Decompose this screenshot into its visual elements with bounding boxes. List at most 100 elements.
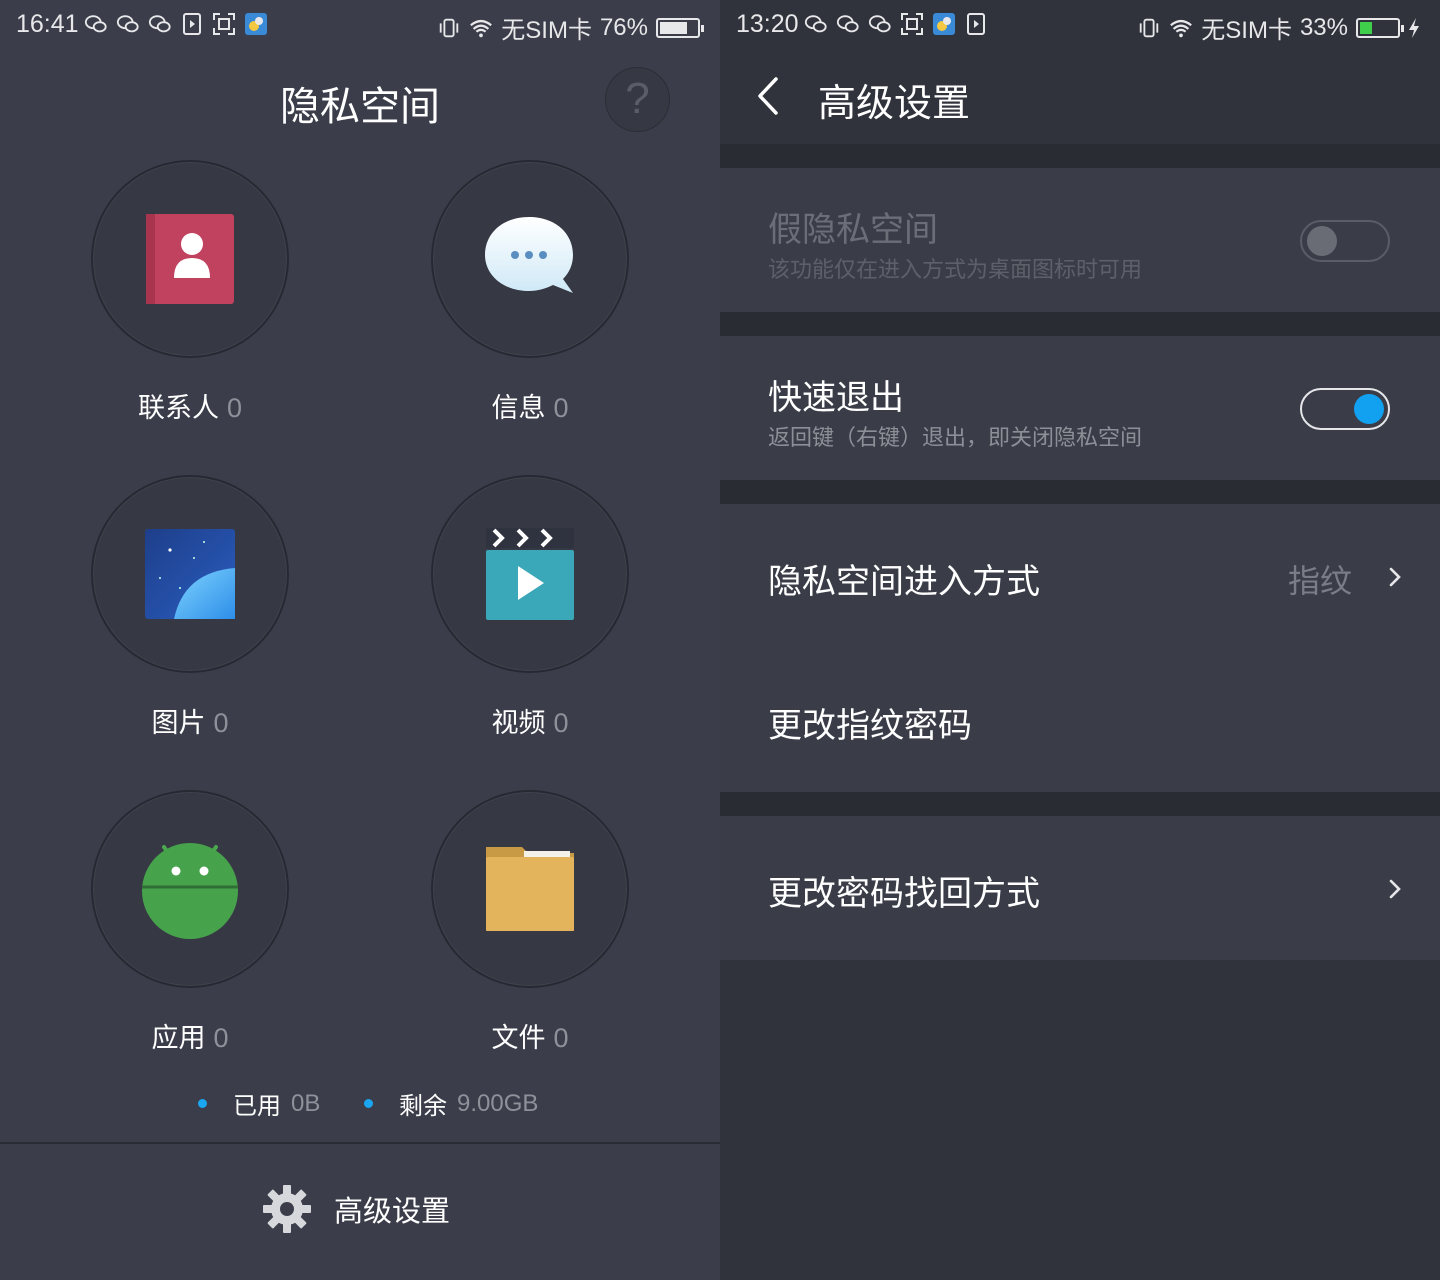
sim-status: 无SIM卡 [1201, 17, 1292, 44]
recovery-method-title: 更改密码找回方式 [768, 874, 1040, 914]
notification-icons [804, 12, 988, 36]
status-right: 无SIM卡 76% [437, 10, 704, 45]
contacts-label-text: 联系人 [137, 393, 219, 424]
video-icon [486, 528, 574, 620]
contacts-icon [146, 214, 234, 304]
status-time: 13:20 [736, 10, 799, 38]
divider [720, 480, 1440, 504]
files-tile[interactable]: 文件 0 [430, 790, 630, 1055]
storage-used-label: 已用 [233, 1092, 281, 1120]
gallery-label: 图片 0 [90, 701, 290, 740]
page-title: 高级设置 [818, 81, 971, 125]
chevron-right-icon [1389, 567, 1401, 587]
storage-remaining-value: 9.00GB [457, 1089, 539, 1117]
weather-app-icon [933, 13, 955, 35]
storage-remaining-dot [364, 1099, 373, 1108]
storage-remaining: 剩余 9.00GB [364, 1086, 538, 1121]
folder-icon [486, 847, 574, 931]
contacts-tile[interactable]: 联系人 0 [90, 160, 290, 425]
wechat-icon [116, 15, 139, 33]
toggle-knob [1307, 226, 1337, 256]
battery-percent: 33% [1299, 13, 1348, 41]
messages-label-text: 信息 [491, 393, 546, 424]
entry-method-row[interactable]: 隐私空间进入方式 指纹 [720, 504, 1440, 648]
apps-tile[interactable]: 应用 0 [90, 790, 290, 1055]
battery-percent: 76% [599, 13, 648, 41]
apps-label: 应用 0 [90, 1016, 290, 1055]
status-bar: 13:20 无SIM卡 33% [720, 0, 1440, 50]
fake-space-row: 假隐私空间 该功能仅在进入方式为桌面图标时可用 [720, 168, 1440, 312]
battery-icon [656, 17, 704, 38]
notification-icons [84, 12, 268, 36]
video-label-text: 视频 [491, 708, 546, 739]
storage-used-value: 0B [291, 1089, 321, 1117]
change-fingerprint-row[interactable]: 更改指纹密码 [720, 648, 1440, 792]
entry-method-title: 隐私空间进入方式 [768, 562, 1040, 602]
contacts-count: 0 [226, 393, 243, 423]
wechat-icon [84, 15, 107, 33]
quick-exit-title: 快速退出 [768, 378, 904, 418]
apps-circle[interactable] [91, 790, 289, 988]
divider [720, 792, 1440, 816]
fake-space-subtitle: 该功能仅在进入方式为桌面图标时可用 [768, 258, 1143, 283]
gallery-icon [145, 529, 235, 619]
vibrate-icon [440, 18, 459, 37]
advanced-settings-label: 高级设置 [334, 1194, 451, 1228]
wechat-icon [836, 15, 859, 33]
gallery-circle[interactable] [91, 475, 289, 673]
vibrate-icon [1140, 18, 1159, 37]
sim-toolkit-icon [183, 13, 201, 35]
back-arrow-icon[interactable] [756, 76, 780, 116]
files-circle[interactable] [431, 790, 629, 988]
gallery-tile[interactable]: 图片 0 [90, 475, 290, 740]
messages-circle[interactable] [431, 160, 629, 358]
fake-space-toggle [1300, 220, 1390, 262]
wechat-icon [868, 15, 891, 33]
recovery-method-row[interactable]: 更改密码找回方式 [720, 816, 1440, 960]
app-header: 高级设置 [720, 50, 1440, 144]
contacts-circle[interactable] [91, 160, 289, 358]
wifi-icon [470, 19, 493, 37]
screenshot-icon [901, 13, 923, 35]
sim-status: 无SIM卡 [501, 17, 592, 44]
empty-area [720, 960, 1440, 1280]
apps-count: 0 [213, 1023, 229, 1053]
battery-icon [1356, 17, 1404, 38]
video-circle[interactable] [431, 475, 629, 673]
storage-used: 已用 0B [198, 1086, 320, 1121]
messages-icon [485, 217, 573, 293]
advanced-settings-button[interactable]: 高级设置 [262, 1184, 450, 1234]
fake-space-title: 假隐私空间 [768, 210, 938, 250]
android-app-icon [142, 843, 238, 939]
apps-label-text: 应用 [151, 1023, 206, 1054]
gallery-label-text: 图片 [151, 708, 206, 739]
advanced-settings-screen: 13:20 无SIM卡 33% 高级设置 假隐私空间 该功能仅在进入方式为桌面图… [720, 0, 1440, 1280]
screenshot-icon [213, 13, 235, 35]
divider [720, 312, 1440, 336]
charging-icon [1409, 17, 1419, 38]
status-time: 16:41 [16, 10, 79, 38]
quick-exit-row[interactable]: 快速退出 返回键（右键）退出，即关闭隐私空间 [720, 336, 1440, 480]
files-count: 0 [553, 1023, 569, 1053]
quick-exit-toggle[interactable] [1300, 388, 1390, 430]
sim-toolkit-icon [967, 13, 985, 35]
entry-method-value: 指纹 [1287, 562, 1352, 600]
video-label: 视频 0 [430, 701, 630, 740]
quick-exit-subtitle: 返回键（右键）退出，即关闭隐私空间 [768, 426, 1143, 451]
gear-icon [263, 1185, 311, 1233]
contacts-label: 联系人 0 [90, 386, 290, 425]
toggle-knob [1354, 394, 1384, 424]
wifi-icon [1170, 19, 1193, 37]
divider [720, 144, 1440, 168]
messages-count: 0 [553, 393, 569, 423]
video-count: 0 [553, 708, 569, 738]
private-space-screen: 16:41 无SIM卡 76% 隐私空间 ? 联系人 0 信息 0 图片 0 视… [0, 0, 720, 1280]
files-label: 文件 0 [430, 1016, 630, 1055]
chevron-right-icon [1389, 879, 1401, 899]
help-button[interactable]: ? [605, 67, 670, 132]
video-tile[interactable]: 视频 0 [430, 475, 630, 740]
bottom-bar: 高级设置 [0, 1142, 720, 1280]
status-bar: 16:41 无SIM卡 76% [0, 0, 720, 50]
weather-app-icon [245, 13, 267, 35]
messages-tile[interactable]: 信息 0 [430, 160, 630, 425]
